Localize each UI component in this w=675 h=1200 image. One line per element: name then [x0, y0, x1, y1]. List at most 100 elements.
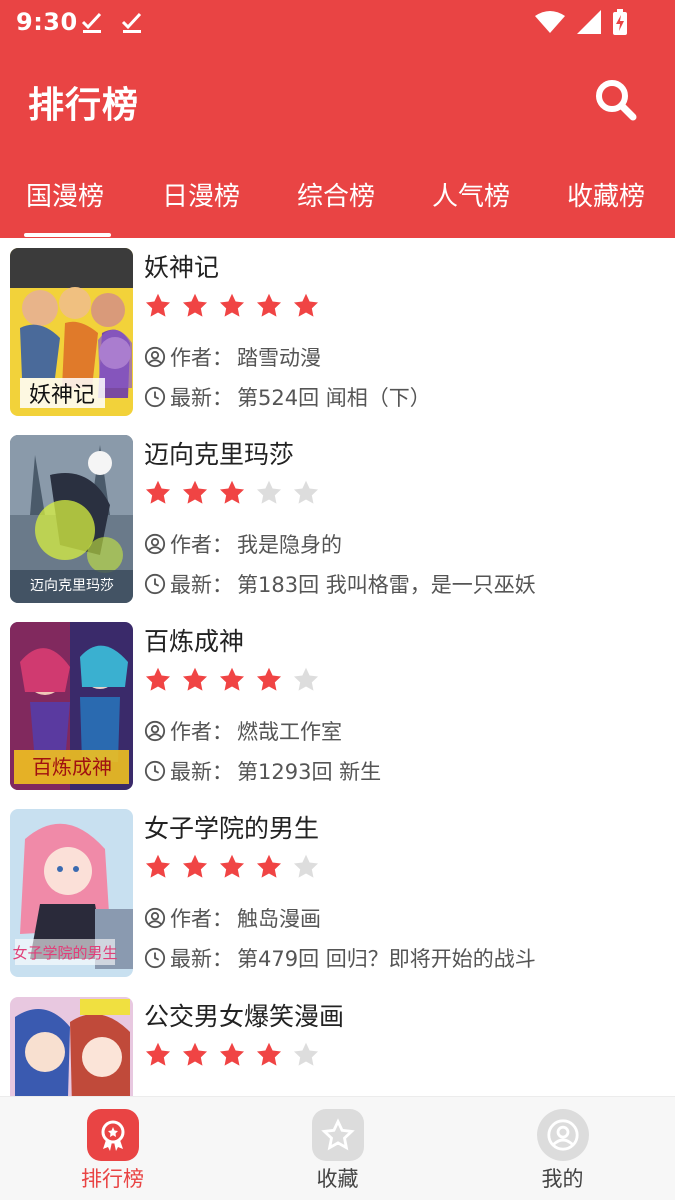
- star-icon: [312, 1109, 364, 1161]
- star-empty-icon: [293, 1042, 319, 1066]
- nav-label: 我的: [541, 1167, 584, 1191]
- user-circle-icon: [144, 720, 166, 742]
- tab-shoucang[interactable]: 收藏榜: [567, 176, 645, 213]
- star-filled-icon: [256, 854, 282, 878]
- latest-value: 第524回 闻相（下）: [237, 386, 431, 410]
- star-filled-icon: [145, 667, 171, 691]
- svg-text:百炼成神: 百炼成神: [32, 755, 112, 779]
- latest-value: 第1293回 新生: [237, 760, 382, 784]
- star-filled-icon: [182, 293, 208, 317]
- page-title: 排行榜: [28, 85, 140, 126]
- battery-charging-icon: [613, 9, 627, 35]
- star-filled-icon: [182, 667, 208, 691]
- star-filled-icon: [182, 480, 208, 504]
- comic-latest: 最新： 第479回 回归？即将开始的战斗: [144, 943, 536, 973]
- comic-author: 作者： 我是隐身的: [144, 529, 342, 559]
- star-filled-icon: [145, 293, 171, 317]
- nav-ranking[interactable]: 排行榜: [0, 1097, 225, 1200]
- nav-label: 排行榜: [81, 1167, 144, 1191]
- tab-renqi[interactable]: 人气榜: [432, 176, 510, 213]
- user-circle-icon: [144, 346, 166, 368]
- comic-list-item[interactable]: 百炼成神 百炼成神 作者： 燃哉工作室 最新： 第1293回 新生: [0, 612, 675, 798]
- comic-title: 百炼成神: [144, 627, 245, 656]
- latest-label: 最新：: [170, 386, 233, 410]
- comic-latest: 最新： 第1293回 新生: [144, 756, 381, 786]
- status-time: 9:30: [16, 8, 78, 36]
- tab-guoman[interactable]: 国漫榜: [26, 176, 104, 213]
- author-label: 作者：: [170, 907, 233, 931]
- star-filled-icon: [219, 667, 245, 691]
- comic-cover: 女子学院的男生: [10, 809, 133, 977]
- tab-zonghe[interactable]: 综合榜: [297, 176, 375, 213]
- star-filled-icon: [256, 293, 282, 317]
- author-label: 作者：: [170, 720, 233, 744]
- svg-text:迈向克里玛莎: 迈向克里玛莎: [30, 578, 114, 594]
- wifi-icon: [535, 11, 565, 33]
- comic-cover: [10, 997, 133, 1096]
- user-circle-icon: [144, 907, 166, 929]
- comic-title: 迈向克里玛莎: [144, 440, 295, 469]
- search-icon: [596, 80, 637, 121]
- star-filled-icon: [145, 854, 171, 878]
- author-value: 触岛漫画: [237, 907, 321, 931]
- author-value: 踏雪动漫: [237, 346, 321, 370]
- user-circle-icon: [144, 533, 166, 555]
- ranking-tabs: 国漫榜 日漫榜 综合榜 人气榜 收藏榜: [0, 160, 675, 238]
- rating-stars: [144, 666, 320, 694]
- star-filled-icon: [182, 854, 208, 878]
- rating-stars: [144, 853, 320, 881]
- comic-author: 作者： 燃哉工作室: [144, 716, 342, 746]
- comic-list[interactable]: 妖神记 妖神记 作者： 踏雪动漫 最新： 第524回 闻相（下） 迈向克里玛莎 …: [0, 238, 675, 1096]
- comic-latest: 最新： 第524回 闻相（下）: [144, 382, 431, 412]
- comic-latest: 最新： 第183回 我叫格雷，是一只巫妖: [144, 569, 536, 599]
- star-filled-icon: [256, 667, 282, 691]
- clock-icon: [144, 760, 166, 782]
- comic-author: 作者： 踏雪动漫: [144, 342, 321, 372]
- rating-stars: [144, 1041, 320, 1069]
- comic-cover: 迈向克里玛莎: [10, 435, 133, 603]
- comic-list-item[interactable]: 公交男女爆笑漫画: [0, 987, 675, 1096]
- star-filled-icon: [145, 1042, 171, 1066]
- star-filled-icon: [219, 1042, 245, 1066]
- comic-title: 妖神记: [144, 253, 220, 282]
- ranking-icon: [87, 1109, 139, 1161]
- search-button[interactable]: [590, 74, 640, 124]
- comic-list-item[interactable]: 迈向克里玛莎 迈向克里玛莎 作者： 我是隐身的 最新： 第183回 我叫格雷，是…: [0, 425, 675, 611]
- nav-label: 收藏: [316, 1167, 359, 1191]
- star-empty-icon: [256, 480, 282, 504]
- star-filled-icon: [219, 293, 245, 317]
- author-label: 作者：: [170, 346, 233, 370]
- comic-author: 作者： 触岛漫画: [144, 903, 321, 933]
- comic-list-item[interactable]: 女子学院的男生 女子学院的男生 作者： 触岛漫画 最新： 第479回 回归？即将…: [0, 799, 675, 985]
- nav-favorites[interactable]: 收藏: [225, 1097, 450, 1200]
- star-filled-icon: [256, 1042, 282, 1066]
- star-filled-icon: [293, 293, 319, 317]
- latest-value: 第183回 我叫格雷，是一只巫妖: [237, 573, 536, 597]
- rating-stars: [144, 479, 320, 507]
- tab-indicator: [24, 233, 111, 237]
- rating-stars: [144, 292, 320, 320]
- download-done-icon: [121, 12, 142, 33]
- latest-label: 最新：: [170, 760, 233, 784]
- status-bar: 9:30: [0, 0, 675, 46]
- clock-icon: [144, 386, 166, 408]
- bottom-navigation: 排行榜 收藏 我的: [0, 1096, 675, 1200]
- author-value: 燃哉工作室: [237, 720, 342, 744]
- latest-label: 最新：: [170, 947, 233, 971]
- latest-value: 第479回 回归？即将开始的战斗: [237, 947, 536, 971]
- nav-mine[interactable]: 我的: [450, 1097, 675, 1200]
- svg-text:女子学院的男生: 女子学院的男生: [12, 944, 117, 962]
- star-empty-icon: [293, 854, 319, 878]
- svg-text:妖神记: 妖神记: [29, 383, 95, 408]
- comic-title: 公交男女爆笑漫画: [144, 1002, 345, 1031]
- tab-riman[interactable]: 日漫榜: [162, 176, 240, 213]
- app-header: 9:30 排行榜 国漫榜 日漫榜 综合榜 人气榜 收藏榜: [0, 0, 675, 238]
- star-filled-icon: [219, 480, 245, 504]
- star-filled-icon: [145, 480, 171, 504]
- star-empty-icon: [293, 480, 319, 504]
- comic-title: 女子学院的男生: [144, 814, 320, 843]
- signal-icon: [577, 10, 601, 34]
- latest-label: 最新：: [170, 573, 233, 597]
- status-icons: [535, 9, 627, 35]
- comic-list-item[interactable]: 妖神记 妖神记 作者： 踏雪动漫 最新： 第524回 闻相（下）: [0, 238, 675, 424]
